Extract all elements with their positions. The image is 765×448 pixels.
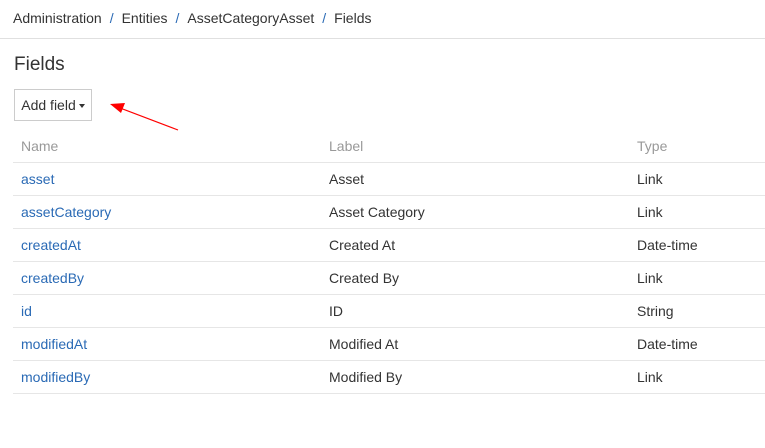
column-header-type[interactable]: Type: [629, 130, 765, 163]
field-label-cell: ID: [321, 294, 629, 328]
field-type-cell: Link: [629, 162, 765, 196]
field-type-cell: Link: [629, 360, 765, 394]
column-header-name[interactable]: Name: [13, 130, 321, 163]
breadcrumb-entity[interactable]: AssetCategoryAsset: [187, 10, 314, 26]
table-header-row: Name Label Type: [13, 130, 765, 163]
field-name-cell: assetCategory: [13, 195, 321, 229]
field-label-cell: Asset Category: [321, 195, 629, 229]
field-label-cell: Modified By: [321, 360, 629, 394]
table-row: createdBy Created By Link: [13, 261, 765, 295]
field-name-cell: createdAt: [13, 228, 321, 262]
field-name-cell: asset: [13, 162, 321, 196]
breadcrumb-separator: /: [322, 10, 327, 26]
field-name-link[interactable]: createdBy: [21, 270, 84, 286]
column-header-label[interactable]: Label: [321, 130, 629, 163]
field-type-cell: Date-time: [629, 327, 765, 361]
field-label-cell: Created At: [321, 228, 629, 262]
field-name-link[interactable]: modifiedBy: [21, 369, 90, 385]
table-row: modifiedAt Modified At Date-time: [13, 327, 765, 361]
field-name-link[interactable]: createdAt: [21, 237, 81, 253]
field-name-link[interactable]: modifiedAt: [21, 336, 87, 352]
field-name-cell: modifiedAt: [13, 327, 321, 361]
table-row: asset Asset Link: [13, 162, 765, 196]
field-type-cell: Date-time: [629, 228, 765, 262]
field-label-cell: Created By: [321, 261, 629, 295]
table-row: id ID String: [13, 294, 765, 328]
field-type-cell: Link: [629, 195, 765, 229]
field-name-cell: id: [13, 294, 321, 328]
field-name-cell: createdBy: [13, 261, 321, 295]
field-type-cell: Link: [629, 261, 765, 295]
table-row: modifiedBy Modified By Link: [13, 360, 765, 394]
fields-table: Name Label Type asset Asset Link assetCa…: [13, 130, 765, 394]
field-name-link[interactable]: id: [21, 303, 32, 319]
field-label-cell: Modified At: [321, 327, 629, 361]
breadcrumb-current: Fields: [334, 10, 372, 26]
breadcrumb-entities[interactable]: Entities: [122, 10, 168, 26]
red-arrow-icon: [110, 103, 179, 131]
add-field-button[interactable]: Add field: [14, 89, 92, 121]
field-type-cell: String: [629, 294, 765, 328]
table-row: createdAt Created At Date-time: [13, 228, 765, 262]
caret-down-icon: [78, 103, 85, 108]
breadcrumb-administration[interactable]: Administration: [13, 10, 102, 26]
add-field-label: Add field: [21, 97, 76, 113]
field-name-link[interactable]: assetCategory: [21, 204, 111, 220]
breadcrumb-separator: /: [175, 10, 180, 26]
table-row: assetCategory Asset Category Link: [13, 195, 765, 229]
breadcrumb-separator: /: [109, 10, 114, 26]
field-name-link[interactable]: asset: [21, 171, 54, 187]
field-name-cell: modifiedBy: [13, 360, 321, 394]
breadcrumb: Administration / Entities / AssetCategoryAss…: [0, 0, 765, 39]
page-title: Fields: [14, 54, 65, 75]
field-label-cell: Asset: [321, 162, 629, 196]
